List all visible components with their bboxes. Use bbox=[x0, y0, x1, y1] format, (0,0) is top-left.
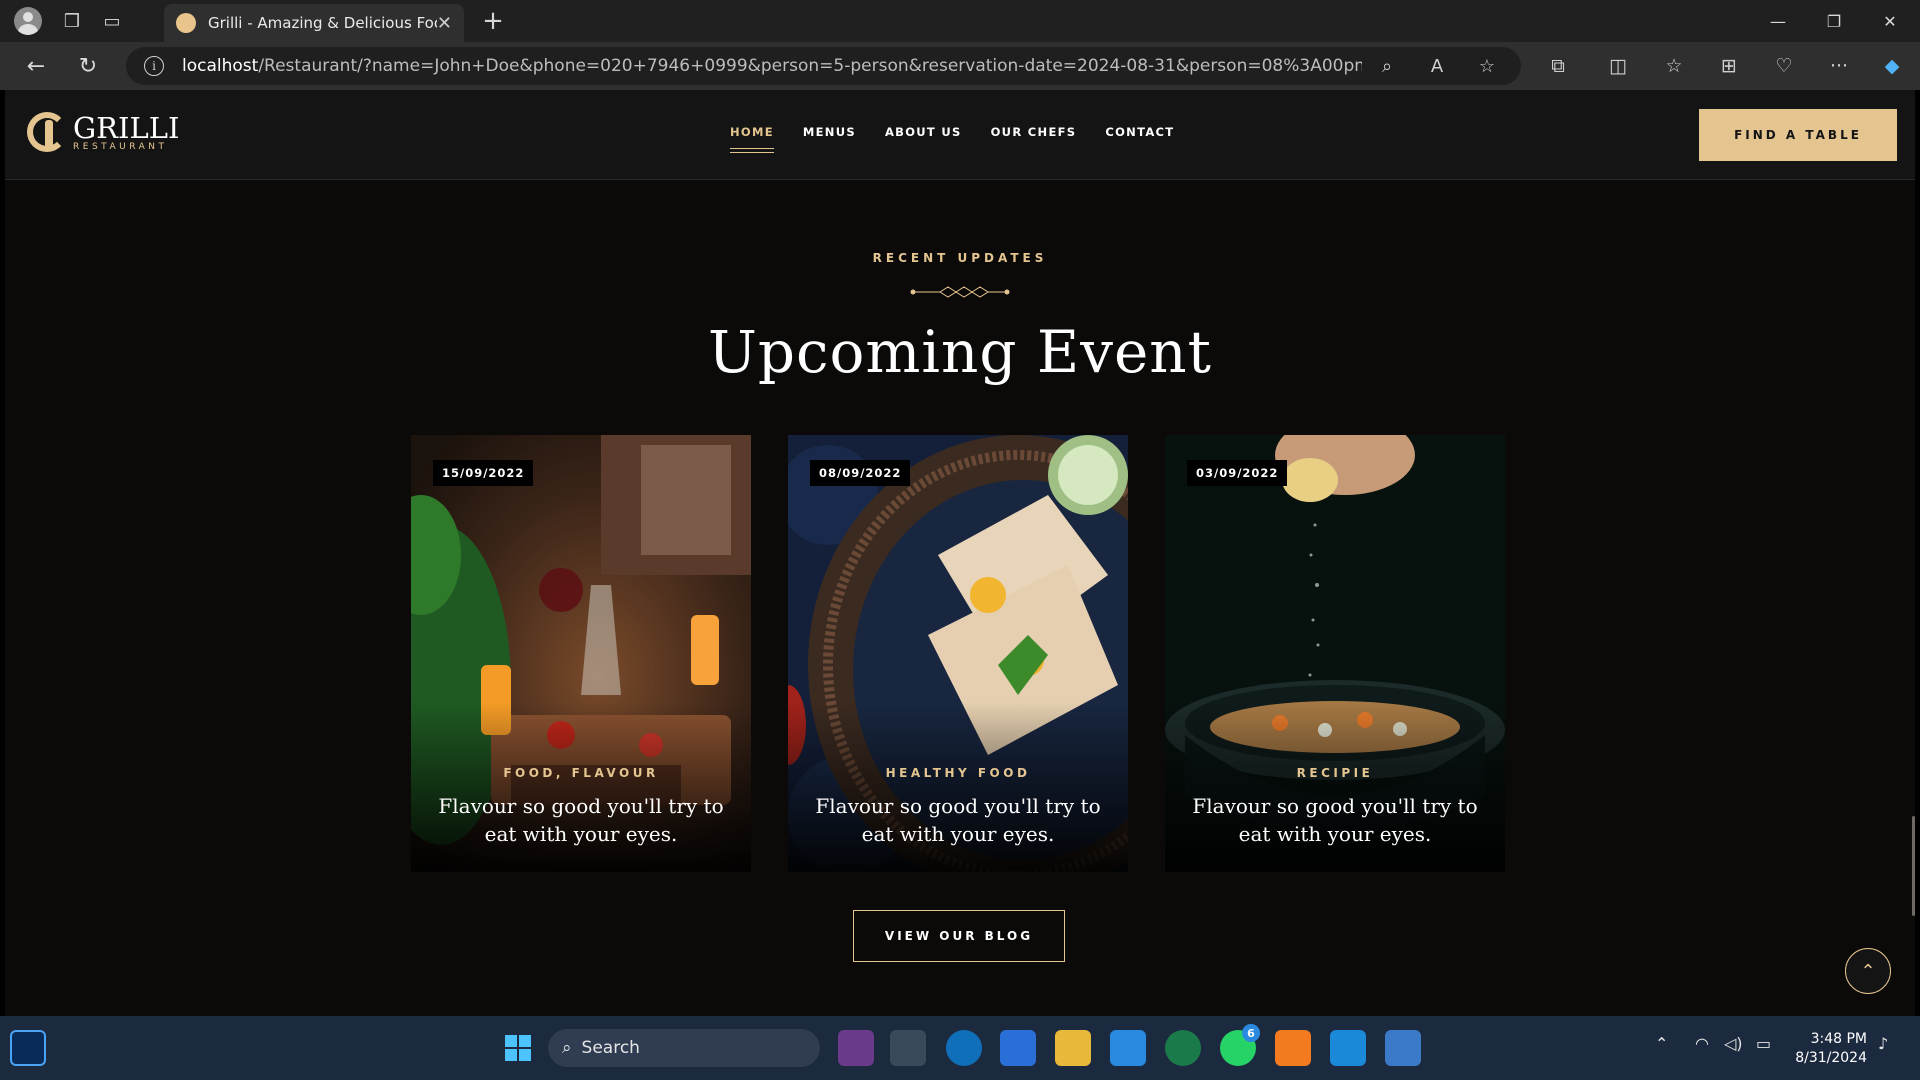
clock-date: 8/31/2024 bbox=[1795, 1050, 1867, 1066]
event-card[interactable]: 08/09/2022 HEALTHY FOOD Flavour so good … bbox=[788, 435, 1128, 872]
event-card[interactable]: 15/09/2022 FOOD, FLAVOUR Flavour so good… bbox=[411, 435, 751, 872]
read-aloud-icon[interactable]: A bbox=[1412, 56, 1462, 77]
logo-subtitle: RESTAURANT bbox=[73, 141, 168, 152]
back-icon[interactable]: ← bbox=[10, 46, 62, 86]
site-logo[interactable]: GRILLI RESTAURANT bbox=[27, 112, 179, 152]
close-tab-icon[interactable]: ✕ bbox=[437, 13, 452, 34]
nav-menus[interactable]: MENUS bbox=[803, 125, 856, 147]
nav-our-chefs[interactable]: OUR CHEFS bbox=[991, 125, 1077, 147]
notification-bell-icon[interactable]: ♪ bbox=[1878, 1034, 1888, 1053]
task-view-icon[interactable] bbox=[890, 1030, 926, 1066]
widgets-icon[interactable] bbox=[10, 1030, 46, 1066]
edge-browser-icon[interactable] bbox=[946, 1030, 982, 1066]
main-nav: HOME MENUS ABOUT US OUR CHEFS CONTACT bbox=[730, 125, 1174, 149]
event-card[interactable]: 03/09/2022 RECIPIE Flavour so good you'l… bbox=[1165, 435, 1505, 872]
tab-actions-icon[interactable]: ▭ bbox=[92, 1, 132, 41]
section-subtitle: RECENT UPDATES bbox=[872, 251, 1048, 265]
mail-icon[interactable] bbox=[1110, 1030, 1146, 1066]
app-green-icon[interactable] bbox=[1165, 1030, 1201, 1066]
microsoft-store-icon[interactable] bbox=[1000, 1030, 1036, 1066]
event-date: 03/09/2022 bbox=[1187, 460, 1288, 486]
more-options-icon[interactable]: ··· bbox=[1817, 48, 1861, 84]
site-favicon-icon bbox=[176, 13, 196, 33]
event-category[interactable]: RECIPIE bbox=[1165, 766, 1505, 780]
browser-essentials-icon[interactable]: ♡ bbox=[1762, 48, 1806, 84]
event-date: 08/09/2022 bbox=[810, 460, 911, 486]
copilot-icon[interactable]: ◆ bbox=[1870, 48, 1914, 84]
address-bar: ← ↻ i localhost/Restaurant/?name=John+Do… bbox=[0, 42, 1920, 90]
event-category[interactable]: FOOD, FLAVOUR bbox=[411, 766, 751, 780]
tab-title: Grilli - Amazing & Delicious Food bbox=[208, 14, 437, 32]
close-window-icon[interactable]: ✕ bbox=[1862, 0, 1918, 42]
new-tab-icon[interactable]: + bbox=[476, 4, 510, 38]
photos-icon[interactable] bbox=[1385, 1030, 1421, 1066]
split-screen-icon[interactable]: ◫ bbox=[1596, 48, 1640, 84]
battery-icon[interactable]: ▭ bbox=[1756, 1034, 1771, 1053]
wifi-icon[interactable]: ◠ bbox=[1695, 1034, 1709, 1053]
browser-tab-bar: ❒ ▭ Grilli - Amazing & Delicious Food ✕ … bbox=[0, 0, 1920, 42]
site-info-icon[interactable]: i bbox=[144, 56, 164, 76]
find-a-table-button[interactable]: FIND A TABLE bbox=[1699, 109, 1897, 161]
section-title: Upcoming Event bbox=[708, 318, 1212, 386]
whatsapp-icon[interactable]: 6 bbox=[1220, 1024, 1260, 1066]
collections-icon[interactable]: ⊞ bbox=[1707, 48, 1751, 84]
workspaces-icon[interactable]: ❒ bbox=[52, 1, 92, 41]
windows-taskbar: ⌕ Search 6 ⌃ ◠ ◁) ▭ 3:48 PM 8/31/2024 ♪ bbox=[0, 1016, 1920, 1080]
taskbar-search-input[interactable]: ⌕ Search bbox=[548, 1029, 820, 1067]
system-clock[interactable]: 3:48 PM 8/31/2024 bbox=[1793, 1030, 1867, 1068]
event-title[interactable]: Flavour so good you'll try to eat with y… bbox=[808, 792, 1108, 848]
tab-active[interactable]: Grilli - Amazing & Delicious Food ✕ bbox=[164, 4, 464, 42]
logo-name: GRILLI bbox=[73, 110, 180, 145]
event-title[interactable]: Flavour so good you'll try to eat with y… bbox=[431, 792, 731, 848]
nav-home[interactable]: HOME bbox=[730, 125, 774, 149]
nav-about-us[interactable]: ABOUT US bbox=[885, 125, 962, 147]
nav-contact[interactable]: CONTACT bbox=[1105, 125, 1174, 147]
whatsapp-badge: 6 bbox=[1242, 1024, 1260, 1042]
logo-icon bbox=[27, 112, 67, 152]
event-date: 15/09/2022 bbox=[433, 460, 534, 486]
event-title[interactable]: Flavour so good you'll try to eat with y… bbox=[1185, 792, 1485, 848]
file-explorer-icon[interactable] bbox=[1055, 1030, 1091, 1066]
show-hidden-icons-chevron-up-icon[interactable]: ⌃ bbox=[1655, 1034, 1668, 1053]
extensions-icon[interactable]: ⧉ bbox=[1536, 48, 1580, 84]
volume-icon[interactable]: ◁) bbox=[1724, 1034, 1743, 1053]
vscode-icon[interactable] bbox=[1330, 1030, 1366, 1066]
search-label: Search bbox=[581, 1038, 640, 1058]
xampp-icon[interactable] bbox=[1275, 1030, 1311, 1066]
ornament-separator-icon bbox=[910, 286, 1010, 298]
windows-start-icon[interactable] bbox=[500, 1030, 536, 1066]
back-to-top-chevron-up-icon[interactable]: ⌃ bbox=[1845, 948, 1891, 994]
refresh-icon[interactable]: ↻ bbox=[62, 46, 114, 86]
profile-avatar-icon[interactable] bbox=[14, 7, 42, 35]
app-pre-icon[interactable] bbox=[838, 1030, 874, 1066]
site-header: GRILLI RESTAURANT HOME MENUS ABOUT US OU… bbox=[5, 90, 1915, 180]
url-input[interactable]: i localhost/Restaurant/?name=John+Doe&ph… bbox=[126, 47, 1521, 85]
view-our-blog-button[interactable]: VIEW OUR BLOG bbox=[853, 910, 1065, 962]
favorite-star-icon[interactable]: ☆ bbox=[1462, 56, 1512, 77]
minimize-icon[interactable]: — bbox=[1750, 0, 1806, 42]
url-text[interactable]: localhost/Restaurant/?name=John+Doe&phon… bbox=[182, 56, 1362, 76]
event-category[interactable]: HEALTHY FOOD bbox=[788, 766, 1128, 780]
zoom-icon[interactable]: ⌕ bbox=[1362, 56, 1412, 77]
favorites-icon[interactable]: ☆ bbox=[1652, 48, 1696, 84]
restaurant-page: GRILLI RESTAURANT HOME MENUS ABOUT US OU… bbox=[5, 90, 1915, 1016]
page-scrollbar[interactable] bbox=[1912, 816, 1915, 916]
restore-icon[interactable]: ❐ bbox=[1806, 0, 1862, 42]
clock-time: 3:48 PM bbox=[1810, 1031, 1867, 1047]
search-icon: ⌕ bbox=[562, 1038, 572, 1058]
